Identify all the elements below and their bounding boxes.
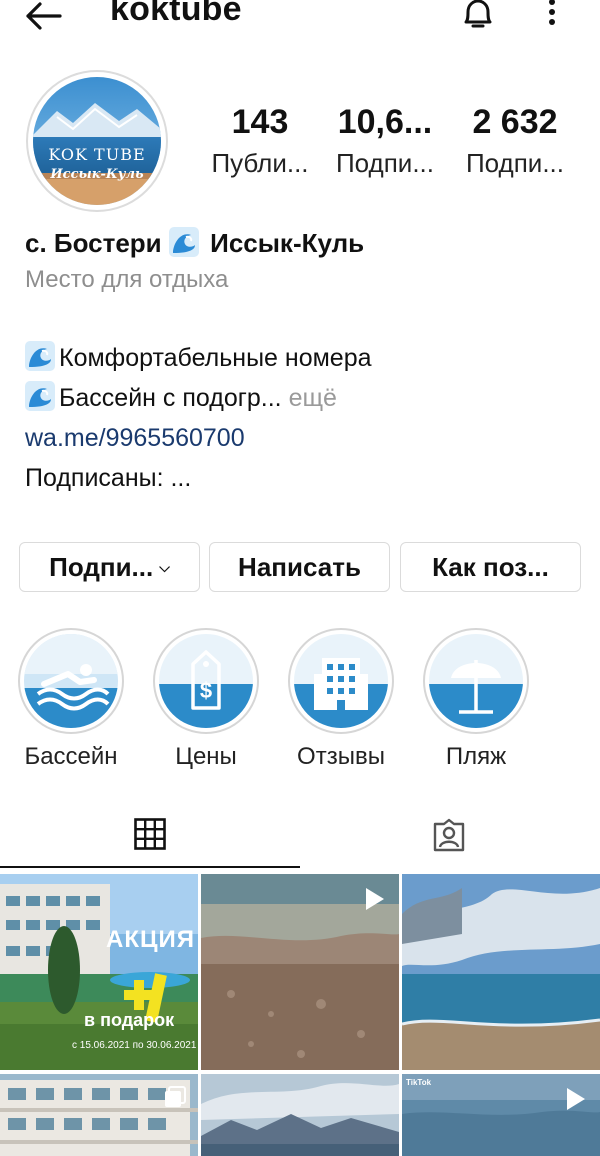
highlight-pool[interactable]: Бассейн: [16, 628, 126, 772]
stat-following-label: Подпи...: [465, 148, 565, 178]
post-thumbnail-tiktok-video[interactable]: TikTok: [402, 1074, 600, 1156]
avatar-logo-title: KOK TUBE: [48, 145, 146, 164]
bio-spacer: [25, 298, 585, 338]
top-bar: koktube: [0, 0, 600, 40]
bio-line-rooms-text: Комфортабельные номера: [59, 344, 372, 372]
stat-following[interactable]: 2 632 Подпи...: [450, 100, 580, 182]
message-button[interactable]: Написать: [209, 542, 390, 592]
arrow-left-icon[interactable]: [24, 0, 64, 34]
profile-display-name: с. Бостери Иссык-Куль: [25, 224, 585, 262]
highlight-reviews-label: Отзывы: [297, 743, 385, 770]
video-play-icon: [366, 888, 384, 910]
display-name-part1: с. Бостери: [25, 228, 162, 258]
bio-more-link[interactable]: ещё: [282, 384, 337, 412]
story-highlights: Бассейн $ Цены Отзывы Пляж: [0, 628, 600, 778]
how-to-get-button[interactable]: Как поз...: [400, 542, 581, 592]
wave-emoji-icon: [25, 341, 55, 371]
post-thumbnail-building[interactable]: [0, 1074, 198, 1156]
chevron-down-icon: ⌵: [159, 559, 170, 575]
bio-line-pool-text: Бассейн с подогр...: [59, 384, 282, 412]
highlight-pool-ring: [18, 628, 124, 734]
svg-text:$: $: [200, 678, 212, 703]
follow-button-label: Подпи...: [49, 552, 154, 582]
bell-icon[interactable]: [458, 0, 498, 34]
avatar-logo-subtitle: Иссык-Куль: [50, 167, 144, 182]
highlight-beach-ring: [423, 628, 529, 734]
highlight-beach-label: Пляж: [445, 743, 507, 770]
post-thumbnail-shore-video[interactable]: [201, 874, 399, 1070]
carousel-icon: [165, 1086, 186, 1107]
price-tag-icon: $: [159, 634, 253, 728]
highlight-reviews[interactable]: Отзывы: [286, 628, 396, 772]
bio-line-pool: Бассейн с подогр... ещё: [25, 378, 585, 418]
highlight-prices[interactable]: $ Цены: [151, 628, 261, 772]
profile-category: Место для отдыха: [25, 266, 229, 293]
video-play-icon: [567, 1088, 585, 1110]
beach-umbrella-icon: [429, 634, 523, 728]
stat-following-value: 2 632: [472, 103, 558, 141]
more-vertical-icon[interactable]: [540, 0, 564, 32]
bio-website-link[interactable]: wa.me/9965560700: [25, 418, 585, 458]
profile-username: koktube: [110, 0, 242, 28]
wave-emoji-icon: [168, 227, 199, 257]
highlight-pool-label: Бассейн: [24, 743, 118, 770]
highlight-reviews-ring: [288, 628, 394, 734]
profile-avatar[interactable]: KOK TUBE Иссык-Куль: [26, 70, 168, 212]
grid-icon: [134, 818, 166, 850]
display-name-part2: Иссык-Куль: [210, 228, 365, 258]
profile-tabs: [0, 806, 600, 870]
stat-posts-label: Публи...: [211, 148, 309, 178]
avatar-logo-image: [33, 77, 161, 205]
stat-posts[interactable]: 143 Публи...: [195, 100, 325, 182]
highlight-beach[interactable]: Пляж: [421, 628, 531, 772]
bio-line-rooms: Комфортабельные номера: [25, 338, 585, 378]
tab-tagged[interactable]: [300, 806, 600, 868]
profile-action-buttons: Подпи... ⌵ Написать Как поз...: [19, 542, 581, 594]
follow-button[interactable]: Подпи... ⌵: [19, 542, 200, 592]
promo-subtitle: в подарок: [84, 1010, 175, 1030]
tagged-person-icon: [433, 818, 465, 852]
promo-date: с 15.06.2021 по 30.06.2021: [72, 1040, 197, 1051]
tiktok-watermark: TikTok: [406, 1078, 432, 1087]
bio-followed-by[interactable]: Подписаны: ...: [25, 458, 585, 498]
promo-title: АКЦИЯ: [106, 926, 196, 953]
post-thumbnail-lake[interactable]: [402, 874, 600, 1070]
tab-posts-grid[interactable]: [0, 806, 300, 868]
post-thumbnail-promo[interactable]: АКЦИЯ в подарок с 15.06.2021 по 30.06.20…: [0, 874, 198, 1070]
mountains-photo: [201, 1074, 399, 1156]
profile-stats: 143 Публи... 10,6... Подпи... 2 632 Подп…: [195, 100, 585, 190]
post-thumbnail-mountains[interactable]: [201, 1074, 399, 1156]
highlight-prices-ring: $: [153, 628, 259, 734]
lake-photo: [402, 874, 600, 1070]
stat-followers[interactable]: 10,6... Подпи...: [320, 100, 450, 182]
stat-followers-label: Подпи...: [335, 148, 435, 178]
stat-followers-value: 10,6...: [337, 103, 433, 141]
posts-grid: АКЦИЯ в подарок с 15.06.2021 по 30.06.20…: [0, 874, 600, 1156]
wave-emoji-icon: [25, 381, 55, 411]
profile-bio: с. Бостери Иссык-Куль Место для отдыха К…: [25, 224, 585, 498]
swimmer-icon: [24, 634, 118, 728]
stat-posts-value: 143: [231, 103, 289, 141]
highlight-prices-label: Цены: [175, 743, 237, 770]
building-icon: [294, 634, 388, 728]
